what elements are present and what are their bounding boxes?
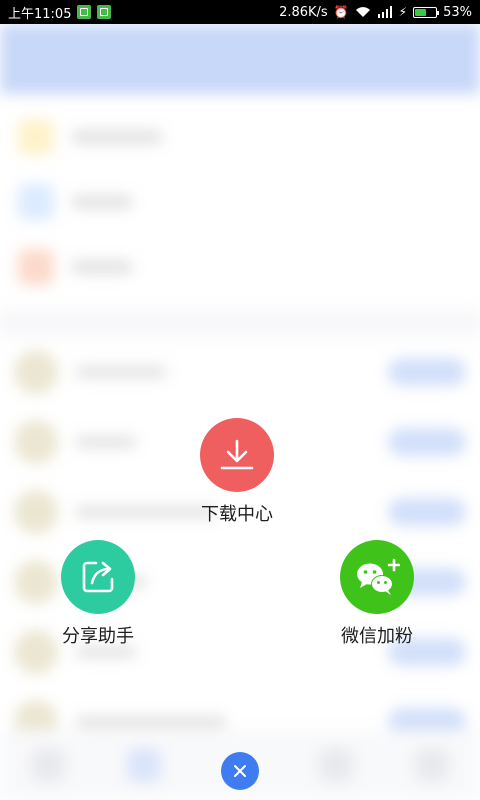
battery-icon — [413, 6, 440, 18]
battery-fill — [415, 8, 427, 16]
share-icon — [82, 561, 114, 593]
charging-icon: ⚡ — [398, 5, 408, 19]
share-circle[interactable] — [61, 540, 135, 614]
wechat-add-icon — [357, 558, 400, 595]
app-notification-icon-2 — [97, 5, 112, 19]
alarm-icon: ⏰ — [333, 5, 349, 19]
share-assistant-button[interactable]: 分享助手 — [61, 540, 135, 648]
status-right: 2.86K/s ⏰ ⚡ 53% — [279, 5, 472, 20]
wechat-add-followers-button[interactable]: 微信加粉 — [340, 540, 414, 648]
app-notification-icon — [77, 5, 92, 19]
close-icon — [234, 765, 246, 777]
wechat-add-followers-label: 微信加粉 — [341, 626, 413, 647]
clock: 上午11:05 — [8, 6, 72, 22]
status-bar: 上午11:05 2.86K/s ⏰ ⚡ 53% — [0, 0, 480, 24]
network-speed: 2.86K/s — [279, 4, 328, 20]
screen: 上午11:05 2.86K/s ⏰ ⚡ 53% 下载中心 分享助手 微信加粉 — [0, 0, 480, 800]
close-button[interactable] — [221, 752, 259, 790]
download-center-button[interactable]: 下载中心 — [200, 418, 274, 526]
wechat-circle[interactable] — [340, 540, 414, 614]
battery-percent: 53% — [443, 4, 472, 20]
wifi-icon — [355, 7, 370, 17]
download-icon — [220, 439, 254, 470]
download-circle[interactable] — [200, 418, 274, 492]
menu-overlay[interactable] — [0, 24, 480, 800]
status-left: 上午11:05 — [8, 3, 112, 22]
signal-icon — [377, 6, 392, 18]
download-center-label: 下载中心 — [201, 504, 273, 525]
share-assistant-label: 分享助手 — [62, 626, 134, 647]
